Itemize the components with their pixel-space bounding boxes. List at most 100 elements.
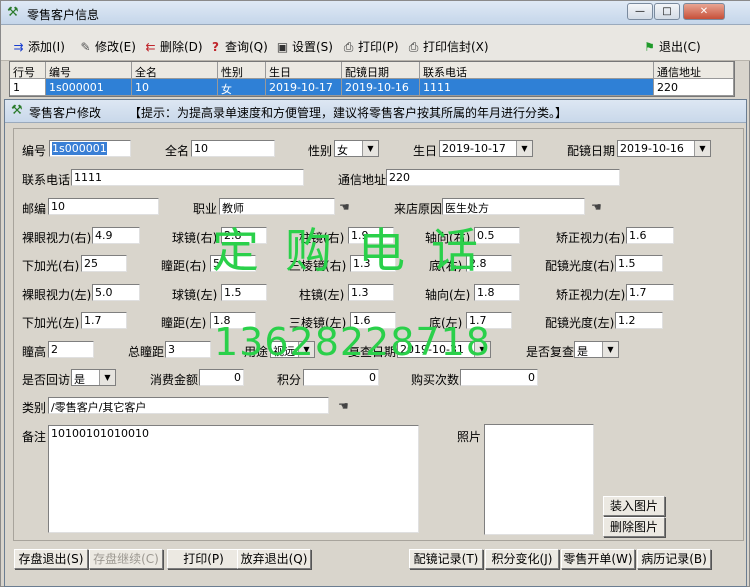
l-corr-label: 矫正视力(左): [556, 288, 626, 302]
add-button[interactable]: ⇉ 添加(I): [11, 38, 64, 55]
exit-button[interactable]: ⚑ 退出(C): [642, 38, 701, 55]
query-button[interactable]: ? 查询(Q): [208, 38, 268, 55]
dialog-icon: ⚒: [11, 103, 23, 118]
name-label: 全名: [165, 144, 190, 158]
birthday-picker[interactable]: 2019-10-17 ▼: [439, 140, 533, 157]
r-corr-field[interactable]: 1.6: [626, 227, 674, 244]
delete-button[interactable]: ⇇ 删除(D): [143, 38, 203, 55]
l-power-field[interactable]: 1.2: [615, 312, 663, 329]
points-change-button[interactable]: 积分变化(J): [485, 549, 559, 569]
r-power-label: 配镜光度(右): [545, 259, 615, 273]
l-add-label: 下加光(左): [22, 316, 80, 330]
remark-textarea[interactable]: 10100101010010: [48, 425, 419, 533]
running-man-icon: ⚑: [644, 39, 655, 54]
r-add-field[interactable]: 25: [81, 255, 127, 272]
recheck-select[interactable]: 是 ▼: [574, 341, 619, 358]
zip-label: 邮编: [22, 202, 47, 216]
grid-cell-rownum[interactable]: 1: [10, 79, 46, 96]
grid-header[interactable]: 编号: [46, 62, 132, 79]
l-axis-field[interactable]: 1.8: [474, 284, 520, 301]
grid-cell[interactable]: 2019-10-16: [342, 79, 420, 96]
delete-label: 删除(D): [160, 40, 203, 54]
close-button[interactable]: ✕: [683, 3, 725, 20]
gender-label: 性别: [308, 144, 333, 158]
points-field[interactable]: 0: [303, 369, 379, 386]
grid-header[interactable]: 配镜日期: [342, 62, 420, 79]
grid-cell[interactable]: 1s000001: [46, 79, 132, 96]
grid-header[interactable]: 生日: [266, 62, 342, 79]
revisit-select[interactable]: 是 ▼: [71, 369, 116, 386]
minimize-button[interactable]: —: [627, 3, 653, 20]
total-pd-field[interactable]: 3: [165, 341, 211, 358]
pupil-height-field[interactable]: 2: [48, 341, 94, 358]
r-naked-field[interactable]: 4.9: [92, 227, 140, 244]
save-exit-button[interactable]: 存盘退出(S): [14, 549, 88, 569]
window-title: 零售客户信息: [27, 8, 100, 22]
l-add-field[interactable]: 1.7: [81, 312, 127, 329]
maximize-button[interactable]: □: [654, 3, 680, 20]
grid-header[interactable]: 行号: [10, 62, 46, 79]
r-power-field[interactable]: 1.5: [615, 255, 663, 272]
code-field[interactable]: 1s000001: [49, 140, 131, 157]
pointing-hand-icon[interactable]: ☚: [338, 399, 349, 413]
delete-photo-button[interactable]: 删除图片: [603, 517, 665, 537]
printer-icon: ⎙: [343, 39, 354, 54]
amount-field[interactable]: 0: [199, 369, 244, 386]
settings-button[interactable]: ▣ 设置(S): [275, 38, 333, 55]
grid-header[interactable]: 全名: [132, 62, 218, 79]
grid-header[interactable]: 联系电话: [420, 62, 654, 79]
gender-select[interactable]: 女 ▼: [334, 140, 379, 157]
print-button[interactable]: ⎙ 打印(P): [341, 38, 399, 55]
l-sph-field[interactable]: 1.5: [221, 284, 267, 301]
customer-grid[interactable]: 行号 编号 全名 性别 生日 配镜日期 联系电话 通信地址 1 1s000001…: [9, 61, 735, 97]
name-field[interactable]: 10: [191, 140, 275, 157]
l-power-label: 配镜光度(左): [545, 316, 615, 330]
grid-cell[interactable]: 女: [218, 79, 266, 96]
grid-header[interactable]: 性别: [218, 62, 266, 79]
grid-header[interactable]: 通信地址: [654, 62, 734, 79]
fit-record-button[interactable]: 配镜记录(T): [409, 549, 483, 569]
print-dialog-button[interactable]: 打印(P): [167, 549, 240, 569]
buy-count-field[interactable]: 0: [460, 369, 538, 386]
case-record-button[interactable]: 病历记录(B): [637, 549, 711, 569]
chevron-down-icon[interactable]: ▼: [694, 141, 710, 156]
birthday-label: 生日: [413, 144, 438, 158]
l-naked-field[interactable]: 5.0: [92, 284, 140, 301]
grid-cell[interactable]: 10: [132, 79, 218, 96]
print-envelope-button[interactable]: ⎙ 打印信封(X): [406, 38, 489, 55]
points-label: 积分: [277, 373, 302, 387]
settings-label: 设置(S): [292, 40, 333, 54]
edit-button[interactable]: ✎ 修改(E): [78, 38, 136, 55]
category-field[interactable]: /零售客户/其它客户: [48, 397, 329, 414]
r-pd-label: 瞳距(右): [161, 259, 207, 273]
photo-label: 照片: [457, 430, 482, 444]
pointing-hand-icon[interactable]: ☚: [591, 200, 602, 214]
buy-count-label: 购买次数: [411, 373, 460, 387]
phone-field[interactable]: 1111: [71, 169, 304, 186]
l-sph-label: 球镜(左): [172, 288, 218, 302]
grid-cell[interactable]: 220: [654, 79, 734, 96]
chevron-down-icon[interactable]: ▼: [99, 370, 115, 385]
grid-cell[interactable]: 2019-10-17: [266, 79, 342, 96]
watermark-text: 定购电话: [212, 224, 504, 279]
chevron-down-icon[interactable]: ▼: [516, 141, 532, 156]
load-photo-button[interactable]: 装入图片: [603, 496, 665, 516]
l-cyl-label: 柱镜(左): [299, 288, 345, 302]
chevron-down-icon[interactable]: ▼: [602, 342, 618, 357]
discard-exit-button[interactable]: 放弃退出(Q): [237, 549, 311, 569]
print-envelope-label: 打印信封(X): [423, 40, 489, 54]
pupil-height-label: 瞳高: [22, 345, 47, 359]
fit-date-picker[interactable]: 2019-10-16 ▼: [617, 140, 711, 157]
retail-order-button[interactable]: 零售开单(W): [561, 549, 635, 569]
l-corr-field[interactable]: 1.7: [626, 284, 674, 301]
save-continue-button[interactable]: 存盘继续(C): [89, 549, 163, 569]
grid-cell[interactable]: 1111: [420, 79, 654, 96]
watermark-phone: 13628228718: [214, 320, 491, 364]
zip-field[interactable]: 10: [48, 198, 159, 215]
l-cyl-field[interactable]: 1.3: [348, 284, 394, 301]
address-field[interactable]: 220: [386, 169, 620, 186]
edit-label: 修改(E): [95, 40, 136, 54]
chevron-down-icon[interactable]: ▼: [362, 141, 378, 156]
photo-box[interactable]: [484, 424, 594, 535]
monitor-icon: ▣: [276, 39, 289, 54]
